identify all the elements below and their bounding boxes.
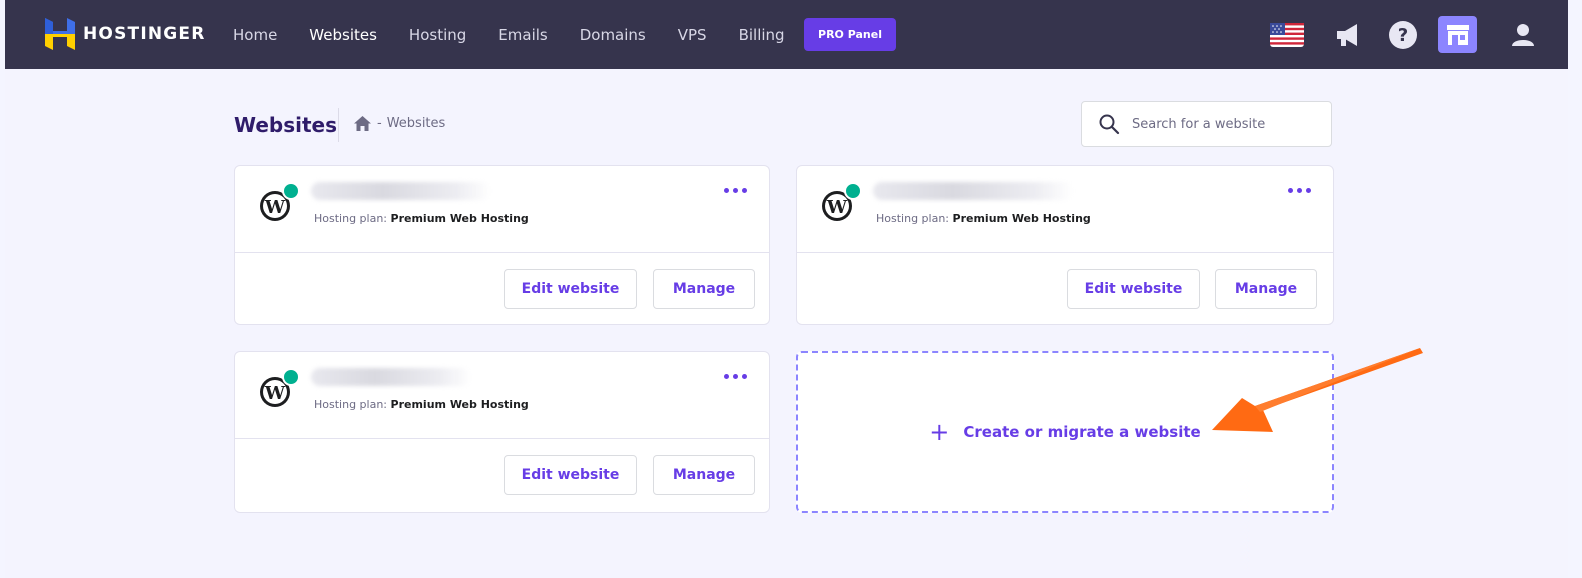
hosting-plan-name: Premium Web Hosting: [390, 212, 529, 225]
breadcrumb-separator: -: [377, 116, 382, 131]
create-website-label: Create or migrate a website: [963, 423, 1201, 441]
website-card: W Hosting plan: Premium Web Hosting Edit…: [234, 351, 770, 513]
us-flag-icon[interactable]: [1269, 17, 1305, 53]
more-options-icon[interactable]: [724, 374, 747, 379]
nav-websites[interactable]: Websites: [309, 26, 377, 44]
card-divider: [235, 252, 769, 253]
manage-button[interactable]: Manage: [653, 455, 755, 495]
title-divider: [338, 108, 339, 142]
search-icon: [1099, 114, 1120, 135]
edit-website-button[interactable]: Edit website: [504, 455, 637, 495]
hosting-plan-name: Premium Web Hosting: [390, 398, 529, 411]
website-domain-blurred: [311, 182, 491, 200]
nav-billing[interactable]: Billing: [739, 26, 785, 44]
hostinger-logo-icon: [45, 18, 75, 50]
annotation-arrow-icon: [1212, 348, 1423, 432]
card-divider: [797, 252, 1333, 253]
edit-website-button[interactable]: Edit website: [1067, 269, 1200, 309]
hostinger-logo[interactable]: HOSTINGER: [45, 18, 206, 50]
search-input[interactable]: [1130, 115, 1324, 133]
page-title: Websites: [234, 113, 338, 137]
website-card: W Hosting plan: Premium Web Hosting Edit…: [234, 165, 770, 325]
breadcrumb-current: Websites: [386, 116, 446, 131]
status-online-indicator: [282, 368, 300, 386]
plus-icon: +: [929, 418, 950, 446]
website-search-box[interactable]: [1081, 101, 1332, 147]
hosting-plan-info: Hosting plan: Premium Web Hosting: [876, 212, 1091, 225]
edit-website-button[interactable]: Edit website: [504, 269, 637, 309]
home-icon[interactable]: [354, 116, 371, 131]
main-nav: Home Websites Hosting Emails Domains VPS…: [233, 0, 817, 69]
help-icon[interactable]: ?: [1385, 17, 1421, 53]
hosting-plan-label: Hosting plan:: [314, 398, 388, 411]
manage-button[interactable]: Manage: [653, 269, 755, 309]
hosting-plan-info: Hosting plan: Premium Web Hosting: [314, 398, 529, 411]
nav-home[interactable]: Home: [233, 26, 277, 44]
hosting-plan-label: Hosting plan:: [314, 212, 388, 225]
svg-text:?: ?: [1398, 25, 1408, 46]
breadcrumb: - Websites: [354, 116, 445, 131]
hosting-plan-name: Premium Web Hosting: [952, 212, 1091, 225]
svg-text:W: W: [264, 197, 286, 218]
megaphone-icon[interactable]: [1329, 17, 1365, 53]
svg-text:W: W: [826, 197, 848, 218]
website-domain-blurred: [311, 368, 471, 386]
card-divider: [235, 438, 769, 439]
hosting-plan-label: Hosting plan:: [876, 212, 950, 225]
more-options-icon[interactable]: [1288, 188, 1311, 193]
website-card: W Hosting plan: Premium Web Hosting Edit…: [796, 165, 1334, 325]
brand-name: HOSTINGER: [83, 24, 206, 44]
status-online-indicator: [844, 182, 862, 200]
more-options-icon[interactable]: [724, 188, 747, 193]
store-icon[interactable]: [1438, 16, 1477, 53]
status-online-indicator: [282, 182, 300, 200]
nav-emails[interactable]: Emails: [498, 26, 547, 44]
svg-text:W: W: [264, 383, 286, 404]
website-domain-blurred: [873, 182, 1073, 200]
nav-vps[interactable]: VPS: [678, 26, 707, 44]
manage-button[interactable]: Manage: [1215, 269, 1317, 309]
top-navigation-bar: HOSTINGER Home Websites Hosting Emails D…: [5, 0, 1568, 69]
nav-hosting[interactable]: Hosting: [409, 26, 466, 44]
nav-domains[interactable]: Domains: [580, 26, 646, 44]
user-account-icon[interactable]: [1505, 17, 1541, 53]
pro-panel-button[interactable]: PRO Panel: [804, 18, 896, 51]
hosting-plan-info: Hosting plan: Premium Web Hosting: [314, 212, 529, 225]
